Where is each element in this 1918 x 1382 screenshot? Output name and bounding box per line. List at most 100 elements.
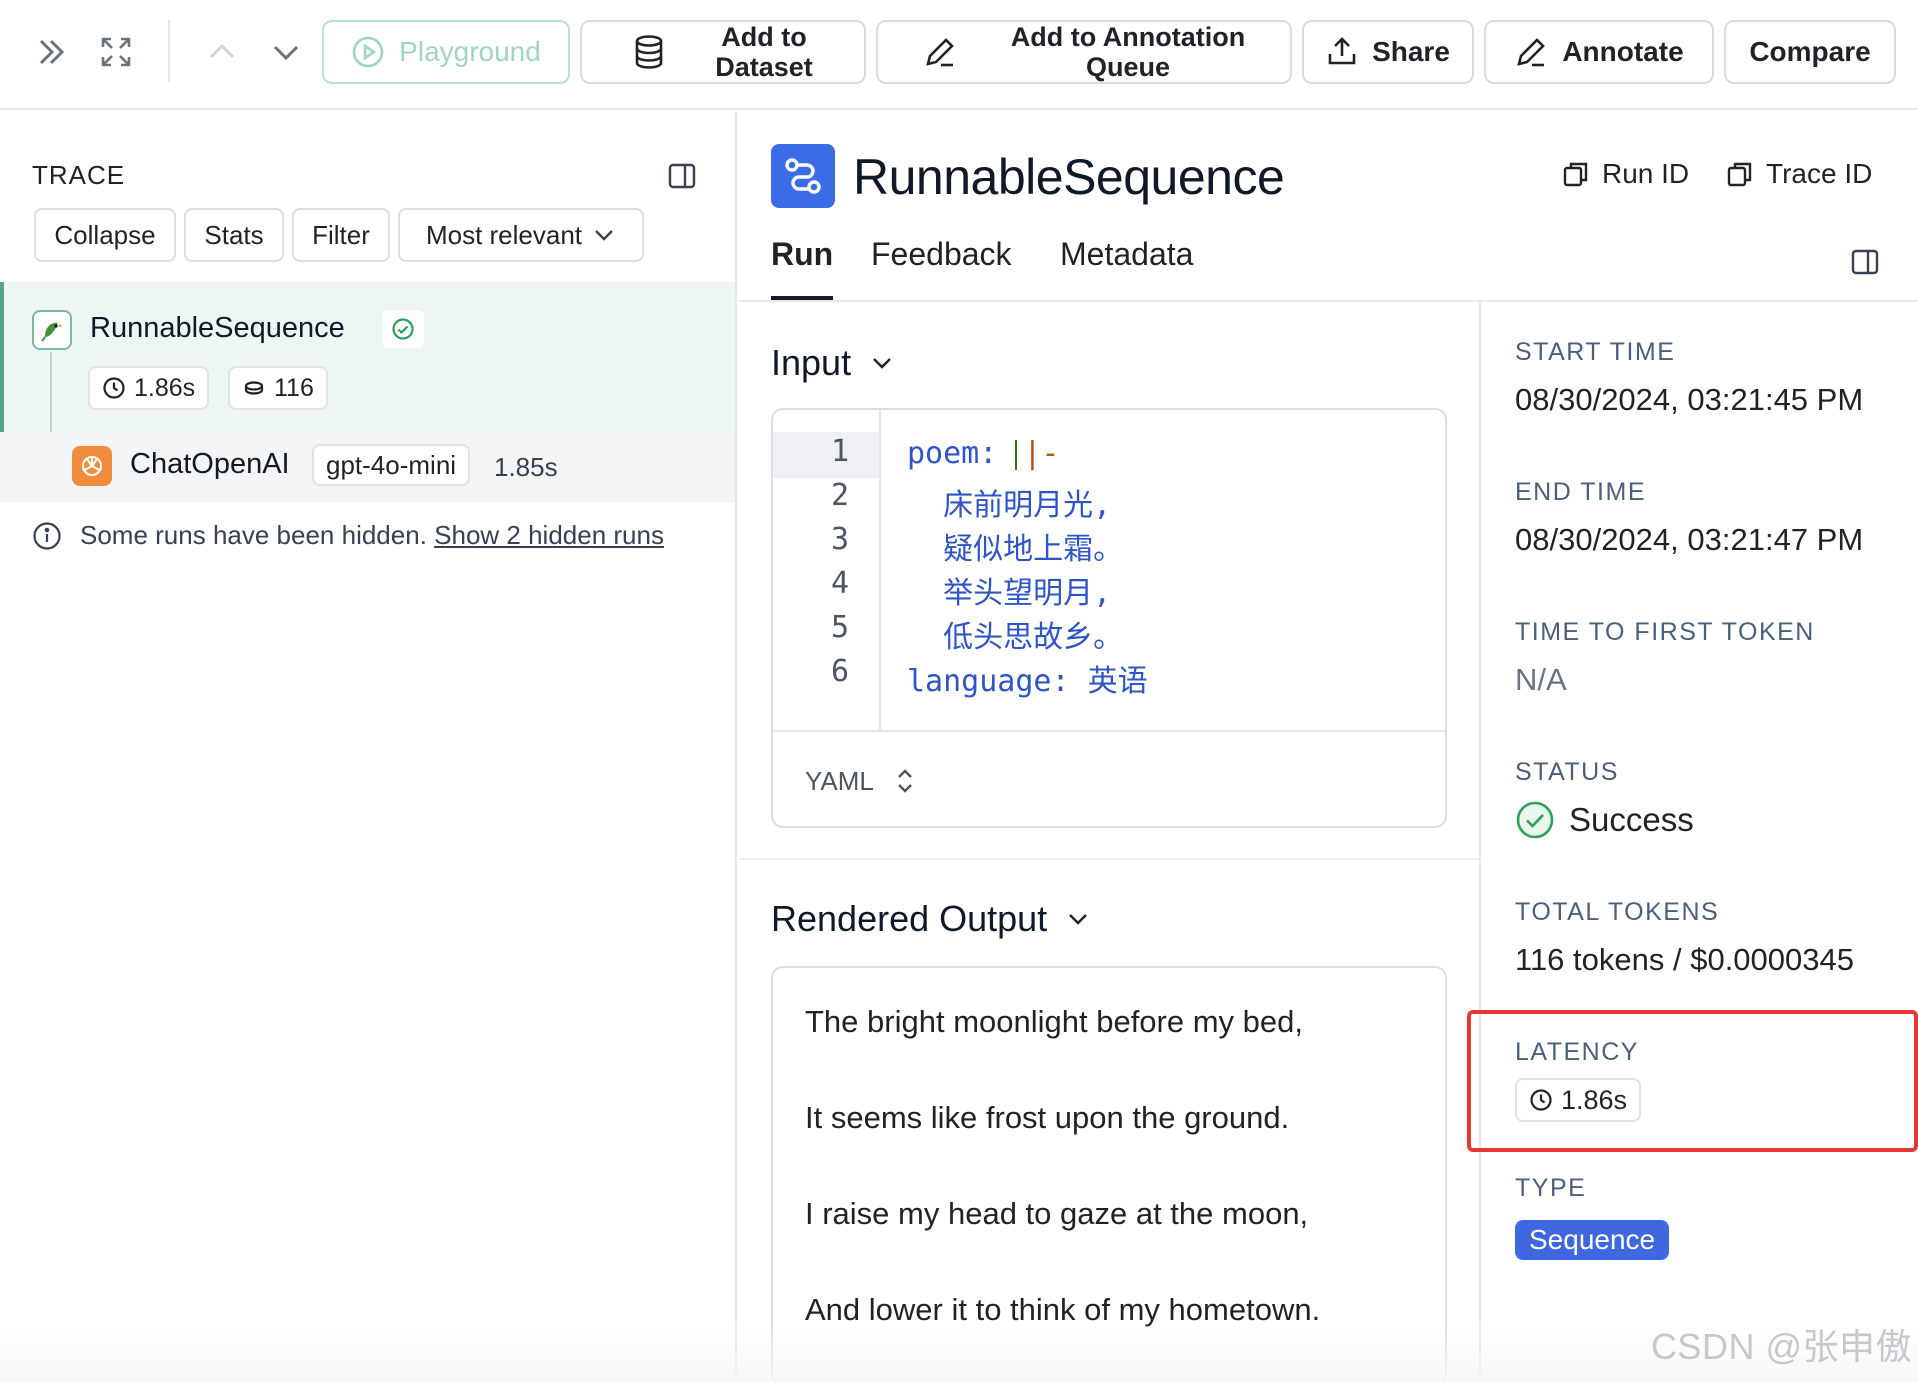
run-id-label: Run ID	[1602, 158, 1690, 189]
fullscreen-icon[interactable]	[92, 28, 140, 76]
output-section-header[interactable]: Rendered Output	[771, 898, 1091, 940]
trace-node-chat-openai[interactable]: ChatOpenAI gpt-4o-mini 1.85s	[0, 432, 735, 502]
sequence-icon	[771, 144, 835, 208]
format-selector[interactable]: YAML	[773, 730, 1445, 826]
chevron-down-icon[interactable]	[262, 28, 310, 76]
success-check-icon	[1516, 801, 1554, 839]
line-number: 3	[830, 522, 849, 557]
clock-icon	[103, 377, 125, 399]
top-toolbar: Playground Add to Dataset Add to Annotat…	[0, 0, 1918, 110]
annotate-button[interactable]: Annotate	[1484, 20, 1714, 84]
trace-title: TRACE	[32, 160, 126, 190]
trace-node-name: RunnableSequence	[90, 312, 345, 344]
type-badge: Sequence	[1515, 1220, 1670, 1260]
trace-node-runnable-sequence[interactable]: RunnableSequence 1.86s 116	[0, 282, 735, 432]
trace-id-label: Trace ID	[1766, 158, 1873, 189]
model-name: gpt-4o-mini	[326, 449, 457, 480]
sort-dropdown[interactable]: Most relevant	[398, 208, 644, 262]
latency-value: 1.86s	[134, 373, 196, 402]
show-hidden-runs-link[interactable]: Show 2 hidden runs	[434, 520, 664, 550]
bottom-fade	[0, 1322, 1918, 1382]
chevron-up-icon[interactable]	[198, 28, 246, 76]
end-time-value: 08/30/2024, 03:21:47 PM	[1515, 522, 1864, 557]
input-title: Input	[771, 342, 852, 383]
total-tokens-label: TOTAL TOKENS	[1515, 898, 1720, 926]
sort-dropdown-label: Most relevant	[425, 219, 583, 250]
panel-toggle-icon[interactable]	[1851, 248, 1881, 278]
add-to-annotation-queue-button[interactable]: Add to Annotation Queue	[876, 20, 1292, 84]
filter-button[interactable]: Filter	[292, 208, 390, 262]
active-tab-indicator	[771, 296, 833, 300]
code-line: 疑似地上霜。	[907, 532, 1124, 567]
code-operator: |-	[1023, 436, 1060, 471]
tab-metadata[interactable]: Metadata	[1060, 236, 1193, 273]
input-section-header[interactable]: Input	[771, 342, 895, 384]
annotate-label: Annotate	[1562, 36, 1684, 67]
tab-run[interactable]: Run	[771, 236, 833, 273]
share-label: Share	[1372, 36, 1450, 67]
collapse-button[interactable]: Collapse	[34, 208, 176, 262]
playground-button[interactable]: Playground	[322, 20, 570, 84]
success-check-icon	[382, 310, 424, 348]
line-number-gutter: 1 2 3 4 5 6	[773, 410, 881, 730]
output-line: It seems like frost upon the ground.	[805, 1100, 1290, 1135]
latency-chip: 1.86s	[88, 366, 210, 410]
active-line-highlight	[773, 432, 879, 478]
copy-run-id-button[interactable]: Run ID	[1562, 158, 1689, 190]
run-header: RunnableSequence Run ID Trace ID Run Fee…	[739, 112, 1918, 302]
code-line: language: 英语	[907, 664, 1148, 699]
model-chip: gpt-4o-mini	[312, 444, 471, 486]
input-code-editor[interactable]: 1 2 3 4 5 6 poem: |- 床前明月光, 疑似地上霜。 举头望明月…	[771, 408, 1447, 828]
annotation-queue-label-line1: Add to Annotation	[1010, 22, 1246, 52]
code-line: 低头思故乡。	[907, 620, 1124, 655]
trace-panel: TRACE Collapse Stats Filter Most relevan…	[0, 112, 737, 1382]
tab-feedback[interactable]: Feedback	[871, 236, 1012, 273]
stats-button[interactable]: Stats	[184, 208, 284, 262]
trace-node-name: ChatOpenAI	[130, 448, 290, 480]
toolbar-separator	[168, 20, 170, 82]
line-number: 4	[830, 566, 849, 601]
type-label: TYPE	[1515, 1174, 1587, 1202]
hidden-runs-note: Some runs have been hidden. Show 2 hidde…	[32, 520, 664, 551]
start-time-label: START TIME	[1515, 338, 1676, 366]
run-metadata-panel: START TIME 08/30/2024, 03:21:45 PM END T…	[1483, 302, 1918, 1382]
start-time-value: 08/30/2024, 03:21:45 PM	[1515, 382, 1864, 417]
child-latency: 1.85s	[494, 452, 558, 482]
share-icon	[1328, 37, 1356, 65]
copy-icon	[1727, 162, 1752, 187]
end-time-label: END TIME	[1515, 478, 1646, 506]
run-title: RunnableSequence	[853, 149, 1285, 205]
filter-label: Filter	[312, 219, 370, 250]
panel-toggle-icon[interactable]	[668, 162, 698, 192]
output-title: Rendered Output	[771, 898, 1048, 939]
status-value: Success	[1515, 800, 1694, 840]
parrot-icon	[32, 310, 72, 350]
code-line: 床前明月光,	[907, 488, 1112, 523]
share-button[interactable]: Share	[1302, 20, 1474, 84]
add-to-dataset-label-line1: Add to	[721, 22, 807, 52]
copy-trace-id-button[interactable]: Trace ID	[1726, 158, 1872, 190]
watermark: CSDN @张申傲	[1650, 1326, 1912, 1367]
expand-panel-icon[interactable]	[28, 28, 76, 76]
code-text: poem:	[907, 436, 1016, 471]
compare-label: Compare	[1749, 36, 1871, 67]
pencil-icon	[925, 38, 954, 67]
info-icon	[33, 521, 61, 550]
pencil-icon	[1517, 38, 1546, 67]
token-value: 116	[274, 373, 314, 402]
add-to-dataset-button[interactable]: Add to Dataset	[580, 20, 866, 84]
copy-icon	[1563, 162, 1588, 187]
line-number: 6	[830, 654, 849, 689]
compare-button[interactable]: Compare	[1724, 20, 1896, 84]
chevron-down-icon	[873, 358, 891, 369]
playground-label: Playground	[399, 36, 541, 67]
token-chip: 116	[228, 366, 328, 410]
output-line: The bright moonlight before my bed,	[805, 1004, 1303, 1039]
play-circle-icon	[352, 36, 384, 68]
add-to-dataset-label-line2: Dataset	[715, 52, 813, 82]
ttft-label: TIME TO FIRST TOKEN	[1515, 618, 1815, 646]
code-line: poem: |-	[907, 436, 1060, 471]
collapse-label: Collapse	[54, 219, 156, 250]
hidden-runs-text: Some runs have been hidden.	[80, 520, 427, 550]
section-divider	[739, 858, 1481, 860]
